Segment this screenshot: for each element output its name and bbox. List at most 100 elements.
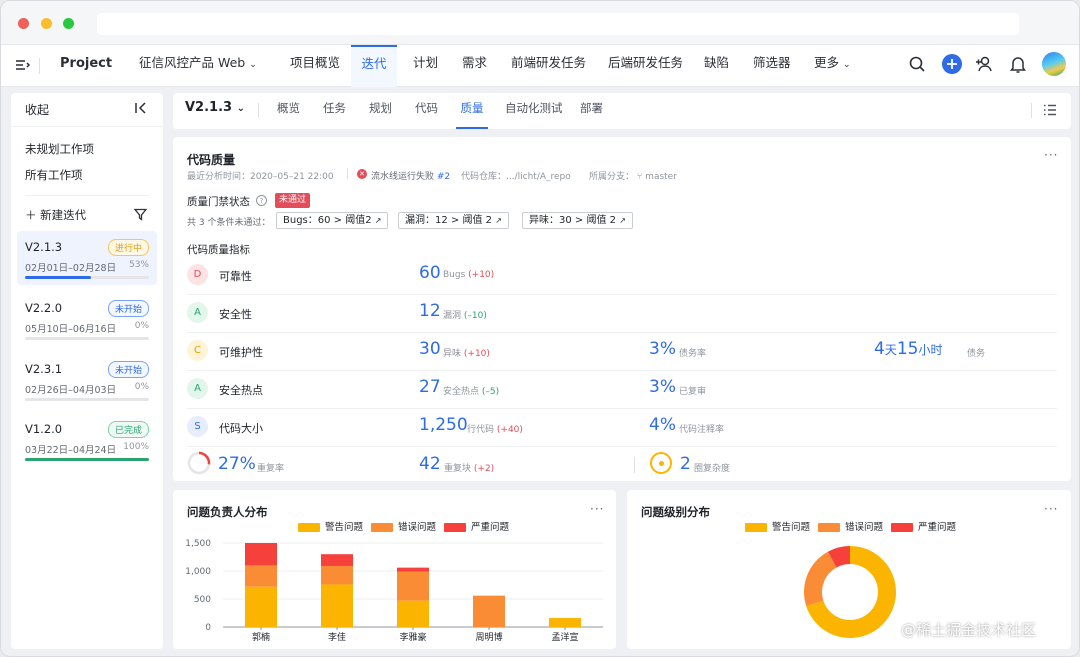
nav-item-iteration[interactable]: 迭代 [351, 45, 397, 87]
more-options-icon[interactable]: ··· [590, 502, 604, 516]
tab-tasks[interactable]: 任务 [323, 93, 346, 129]
nav-item-filters[interactable]: 筛选器 [753, 45, 791, 87]
reviewed-value[interactable]: 3% [649, 377, 676, 397]
sidebar-item-unplanned[interactable]: 未规划工作项 [25, 141, 94, 157]
bar-segment[interactable] [397, 600, 429, 627]
iteration-card-v220[interactable]: V2.2.0 未开始 05月10日–06月16日 0% [17, 292, 157, 346]
metric-value[interactable]: 30 [419, 339, 441, 359]
metric-value[interactable]: 1,250 [419, 415, 468, 435]
address-bar[interactable] [97, 13, 1019, 35]
complexity-value[interactable]: 2 [680, 454, 691, 474]
menu-toggle-icon[interactable] [14, 57, 30, 73]
project-title[interactable]: Project [60, 45, 112, 87]
collapse-sidebar-icon[interactable] [133, 100, 149, 116]
tab-overview[interactable]: 概览 [277, 93, 300, 129]
tab-quality[interactable]: 质量 [456, 93, 488, 129]
metric-delta: (+40) [496, 425, 523, 435]
nav-item-backend-tasks[interactable]: 后端研发任务 [608, 45, 683, 87]
iteration-version: V1.2.0 [25, 422, 63, 436]
legend-item-critical[interactable]: 严重问题 [891, 519, 956, 533]
bar-segment[interactable] [549, 618, 581, 627]
bar-segment[interactable] [321, 584, 353, 627]
bar-segment[interactable] [397, 571, 429, 601]
bar-segment[interactable] [473, 595, 505, 627]
metric-value[interactable]: 12 [419, 301, 441, 321]
nav-item-plan[interactable]: 计划 [413, 45, 438, 87]
branch-icon: ⑂ [636, 172, 643, 182]
tab-automation-testing[interactable]: 自动化测试 [505, 93, 563, 129]
level-donut-chart [804, 546, 896, 638]
version-selector[interactable]: V2.1.3 ⌄ [185, 93, 245, 129]
nav-item-overview[interactable]: 项目概览 [290, 45, 340, 87]
branch-info[interactable]: 所属分支： ⑂ master [589, 169, 677, 182]
pipeline-status[interactable]: 流水线运行失败 #2 [371, 169, 450, 182]
new-iteration-button[interactable]: ＋ 新建迭代 [25, 207, 86, 223]
bar-segment[interactable] [245, 543, 277, 566]
iteration-card-v213[interactable]: V2.1.3 进行中 02月01日–02月28日 53% [17, 231, 157, 285]
duplication-rate-value[interactable]: 27% [218, 454, 256, 474]
iteration-card-v120[interactable]: V1.2.0 已完成 03月22日–04月24日 100% [17, 413, 157, 467]
filter-icon[interactable] [133, 207, 147, 221]
legend-swatch [745, 523, 767, 532]
metric-unit: 安全热点 [443, 387, 480, 397]
legend-label: 严重问题 [918, 522, 957, 533]
condition-chip-vulnerabilities[interactable]: 漏洞：12 > 阈值 2 ↗ [398, 212, 509, 229]
maximize-window-dot[interactable] [63, 18, 74, 29]
comment-rate-label: 代码注释率 [679, 425, 725, 435]
legend-swatch [891, 523, 913, 532]
help-icon[interactable]: ? [256, 195, 267, 206]
condition-chip-bugs[interactable]: Bugs：60 > 阈值2 ↗ [276, 212, 389, 229]
duplicate-blocks-unit: 重复块 [444, 464, 472, 474]
repo-info[interactable]: 代码仓库：.../licht/A_repo [461, 169, 571, 182]
nav-item-defects[interactable]: 缺陷 [704, 45, 729, 87]
branch-name: master [645, 172, 677, 182]
duplicate-blocks-value[interactable]: 42 [419, 454, 441, 474]
tab-code[interactable]: 代码 [415, 93, 438, 129]
bar-segment[interactable] [321, 565, 353, 585]
debt-ratio-value[interactable]: 3% [649, 339, 676, 359]
iteration-progress-bar [25, 398, 149, 401]
comment-rate-value[interactable]: 4% [649, 415, 676, 435]
list-view-icon[interactable] [1042, 102, 1058, 118]
chevron-down-icon: ⌄ [249, 60, 257, 70]
tab-deploy[interactable]: 部署 [580, 93, 603, 129]
donut-slice[interactable] [804, 551, 837, 607]
nav-more-label: 更多 [814, 55, 840, 70]
metric-row-code-size: S 代码大小 1,250 行代码 (+40) 4% 代码注释率 [187, 409, 1057, 447]
bar-segment[interactable] [245, 565, 277, 587]
close-window-dot[interactable] [18, 18, 29, 29]
add-icon[interactable] [942, 54, 962, 74]
external-link-icon: ↗ [374, 216, 382, 225]
nav-item-requirements[interactable]: 需求 [462, 45, 487, 87]
sidebar-item-all-items[interactable]: 所有工作项 [25, 167, 83, 183]
more-options-icon[interactable]: ··· [1044, 148, 1058, 162]
condition-chip-smells[interactable]: 异味：30 > 阈值 2 ↗ [522, 212, 633, 229]
search-icon[interactable] [908, 55, 926, 73]
bar-segment[interactable] [397, 567, 429, 572]
bar-segment[interactable] [245, 586, 277, 627]
iteration-progress-bar [25, 276, 149, 279]
iteration-progress-bar [25, 458, 149, 461]
iteration-progress-bar [25, 337, 149, 340]
grade-badge: A [187, 302, 208, 323]
legend-item-error[interactable]: 错误问题 [818, 519, 883, 533]
debt-value[interactable]: 4天15小时 [874, 339, 943, 359]
tab-planning[interactable]: 规划 [369, 93, 392, 129]
more-options-icon[interactable]: ··· [1044, 502, 1058, 516]
metric-name: 安全性 [219, 308, 252, 321]
product-selector[interactable]: 征信风控产品 Web ⌄ [139, 45, 257, 87]
bell-icon[interactable] [1009, 54, 1027, 74]
nav-item-frontend-tasks[interactable]: 前端研发任务 [511, 45, 586, 87]
nav-item-more[interactable]: 更多 ⌄ [814, 45, 851, 87]
x-tick-label: 李雅豪 [399, 631, 426, 643]
metric-value[interactable]: 60 [419, 263, 441, 283]
metric-value[interactable]: 27 [419, 377, 441, 397]
metric-unit: Bugs [443, 270, 466, 280]
iteration-card-v231[interactable]: V2.3.1 未开始 02月26日–04月03日 0% [17, 353, 157, 407]
avatar[interactable] [1042, 52, 1066, 76]
legend-item-warning[interactable]: 警告问题 [745, 519, 810, 533]
bar-segment[interactable] [321, 554, 353, 566]
add-member-icon[interactable] [974, 54, 994, 74]
minimize-window-dot[interactable] [41, 18, 52, 29]
duplicate-blocks-delta: (+2) [473, 464, 495, 474]
